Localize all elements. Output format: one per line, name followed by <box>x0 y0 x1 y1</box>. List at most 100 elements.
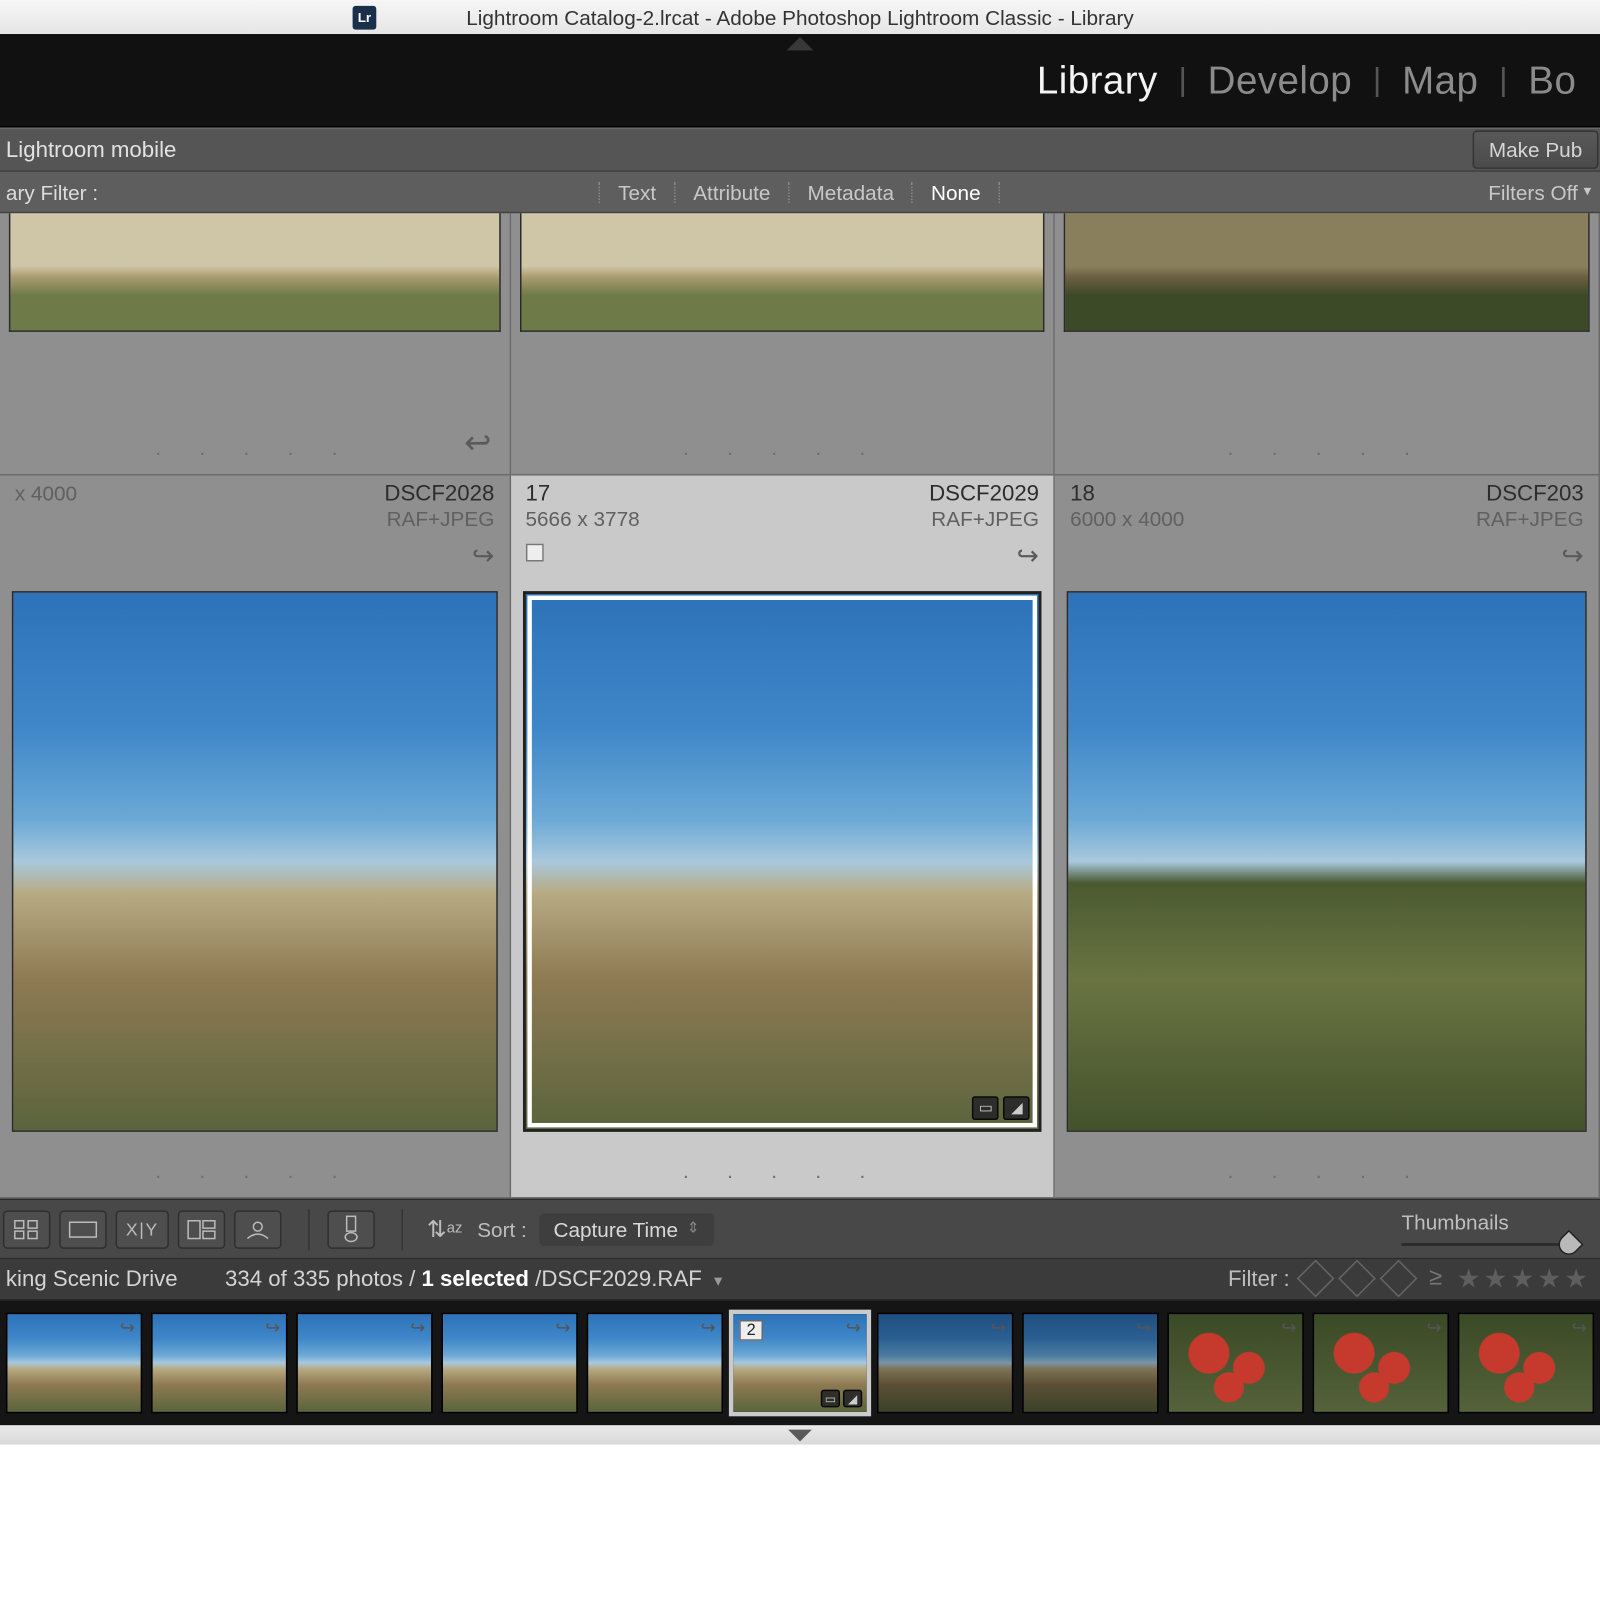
module-map[interactable]: Map <box>1387 51 1493 109</box>
grid-cell[interactable]: . . . . . <box>511 213 1056 475</box>
thumbnail-image[interactable]: ▭◢ <box>523 591 1042 1132</box>
status-selected: 1 selected <box>421 1267 528 1292</box>
forward-arrow-icon: ↪ <box>410 1317 425 1338</box>
filmstrip-thumbnail[interactable]: ↪ <box>1022 1313 1158 1414</box>
filter-text[interactable]: Text <box>600 176 674 209</box>
compare-view-button[interactable]: X|Y <box>116 1210 170 1249</box>
forward-arrow-icon[interactable]: ↪ <box>472 541 494 572</box>
stack-badge-icon[interactable]: ▭ <box>972 1096 999 1120</box>
filter-metadata[interactable]: Metadata <box>790 176 912 209</box>
cell-dimensions: 5666 x 3778 <box>525 507 639 531</box>
thumbnail-image[interactable] <box>9 213 500 332</box>
filmstrip-thumbnail[interactable]: ↪ <box>877 1313 1013 1414</box>
module-separator: | <box>1493 61 1513 100</box>
app-icon: Lr <box>353 5 377 29</box>
sync-bar: Lightroom mobile Make Pub <box>0 128 1600 172</box>
module-develop[interactable]: Develop <box>1193 51 1367 109</box>
develop-badge-icon[interactable]: ◢ <box>1003 1096 1030 1120</box>
status-folder[interactable]: king Scenic Drive <box>6 1267 178 1292</box>
grid-cell[interactable]: 175666 x 3778 DSCF2029RAF+JPEG ↪ ▭◢ . . … <box>511 476 1056 1199</box>
module-book[interactable]: Bo <box>1513 51 1591 109</box>
forward-arrow-icon: ↪ <box>555 1317 570 1338</box>
library-grid[interactable]: . . . . . ↩ . . . . . . . . . . x 4000 D… <box>0 213 1600 1198</box>
filmstrip-thumbnail[interactable]: ↪ <box>6 1313 142 1414</box>
rating-comparator[interactable]: ≥ <box>1423 1266 1448 1293</box>
filmstrip-thumbnail[interactable]: ↪ <box>1167 1313 1303 1414</box>
rating-filter[interactable]: ★★★★★ <box>1457 1264 1591 1295</box>
grid-cell[interactable]: x 4000 DSCF2028RAF+JPEG ↪ . . . . . <box>0 476 511 1199</box>
stack-count-badge[interactable]: 2 <box>739 1320 763 1341</box>
filter-none[interactable]: None <box>913 176 998 209</box>
flag-icon[interactable] <box>525 544 543 562</box>
module-library[interactable]: Library <box>1022 51 1172 109</box>
filmstrip-thumbnail[interactable]: ↪ <box>587 1313 723 1414</box>
flag-filter-icon[interactable] <box>1338 1260 1376 1298</box>
module-separator: | <box>1173 61 1193 100</box>
forward-arrow-icon: ↪ <box>1281 1317 1296 1338</box>
stack-badge-icon: ▭ <box>821 1390 840 1408</box>
develop-badge-icon: ◢ <box>843 1390 862 1408</box>
forward-arrow-icon: ↪ <box>265 1317 280 1338</box>
filmstrip-thumbnail[interactable]: ↪ <box>441 1313 577 1414</box>
people-view-button[interactable] <box>234 1210 281 1249</box>
filmstrip-thumbnail[interactable]: ↪ <box>1313 1313 1449 1414</box>
filter-attribute[interactable]: Attribute <box>675 176 788 209</box>
cell-index: 18 <box>1070 482 1184 507</box>
sync-status-label[interactable]: Lightroom mobile <box>6 137 176 162</box>
module-separator: | <box>1367 61 1387 100</box>
cell-format: RAF+JPEG <box>931 507 1039 531</box>
filters-off-dropdown[interactable]: Filters Off ▾ <box>1488 180 1600 204</box>
cell-index: 17 <box>525 482 639 507</box>
grid-cell[interactable]: 186000 x 4000 DSCF203RAF+JPEG ↪ . . . . … <box>1055 476 1600 1199</box>
grid-toolbar: X|Y ⇅az Sort : Capture Time ⇕ Thumbnails <box>0 1199 1600 1260</box>
cell-dots: . . . . . <box>683 436 882 460</box>
thumbnail-image[interactable] <box>1064 213 1589 332</box>
cell-format: RAF+JPEG <box>1476 507 1584 531</box>
filmstrip-thumbnail[interactable]: ↪ <box>1458 1313 1594 1414</box>
cell-dots: . . . . . <box>155 436 354 460</box>
expand-filmstrip-icon[interactable] <box>788 1430 812 1442</box>
grid-view-button[interactable] <box>3 1210 50 1249</box>
grid-cell[interactable]: . . . . . <box>1055 213 1600 475</box>
slider-knob-icon[interactable] <box>1554 1229 1583 1258</box>
cell-dots: . . . . . <box>1228 436 1427 460</box>
sort-dropdown[interactable]: Capture Time ⇕ <box>539 1213 714 1246</box>
painter-tool-button[interactable] <box>328 1210 375 1249</box>
chevron-down-icon: ▾ <box>1584 184 1591 200</box>
loupe-view-button[interactable] <box>59 1210 106 1249</box>
thumbnails-size-slider[interactable] <box>1401 1239 1579 1248</box>
filmstrip-thumbnail[interactable]: ↪ <box>151 1313 287 1414</box>
filmstrip-status-bar: king Scenic Drive 334 of 335 photos / 1 … <box>0 1259 1600 1300</box>
expand-top-panel-icon[interactable] <box>787 37 814 50</box>
flag-filter-icon[interactable] <box>1296 1260 1334 1298</box>
cell-dots: . . . . . <box>1228 1159 1427 1183</box>
forward-arrow-icon[interactable]: ↪ <box>1017 541 1039 572</box>
cell-filename: DSCF2029 <box>929 482 1039 507</box>
cell-format: RAF+JPEG <box>387 507 495 531</box>
forward-arrow-icon: ↪ <box>120 1317 135 1338</box>
thumbnail-image[interactable] <box>1067 591 1586 1132</box>
reply-arrow-icon[interactable]: ↩ <box>464 424 491 463</box>
window-title: Lightroom Catalog-2.lrcat - Adobe Photos… <box>466 5 1134 29</box>
thumbnail-image[interactable] <box>520 213 1045 332</box>
filter-label: ary Filter : <box>0 180 110 204</box>
status-count: 334 of 335 photos / <box>225 1267 415 1292</box>
filmstrip-thumbnail[interactable]: ↪ <box>296 1313 432 1414</box>
forward-arrow-icon: ↪ <box>1572 1317 1587 1338</box>
status-filename[interactable]: /DSCF2029.RAF <box>535 1267 702 1292</box>
sort-direction-button[interactable]: ⇅az <box>421 1210 468 1249</box>
module-picker: Library | Develop | Map | Bo <box>0 34 1600 128</box>
make-public-button[interactable]: Make Pub <box>1473 131 1599 170</box>
thumbnail-image[interactable] <box>12 591 497 1132</box>
chevron-down-icon[interactable]: ▾ <box>708 1273 722 1291</box>
filmstrip[interactable]: ↪ ↪ ↪ ↪ ↪ ↪ 2 ▭◢ ↪ ↪ ↪ ↪ ↪ <box>0 1301 1600 1426</box>
forward-arrow-icon: ↪ <box>1427 1317 1442 1338</box>
forward-arrow-icon[interactable]: ↪ <box>1561 541 1583 572</box>
bottom-os-bar <box>0 1426 1600 1445</box>
filmstrip-thumbnail[interactable]: ↪ 2 ▭◢ <box>732 1313 868 1414</box>
survey-view-button[interactable] <box>178 1210 225 1249</box>
forward-arrow-icon: ↪ <box>846 1317 861 1338</box>
grid-cell[interactable]: . . . . . ↩ <box>0 213 511 475</box>
filter-label: Filter : <box>1228 1267 1290 1292</box>
flag-filter-icon[interactable] <box>1379 1260 1417 1298</box>
